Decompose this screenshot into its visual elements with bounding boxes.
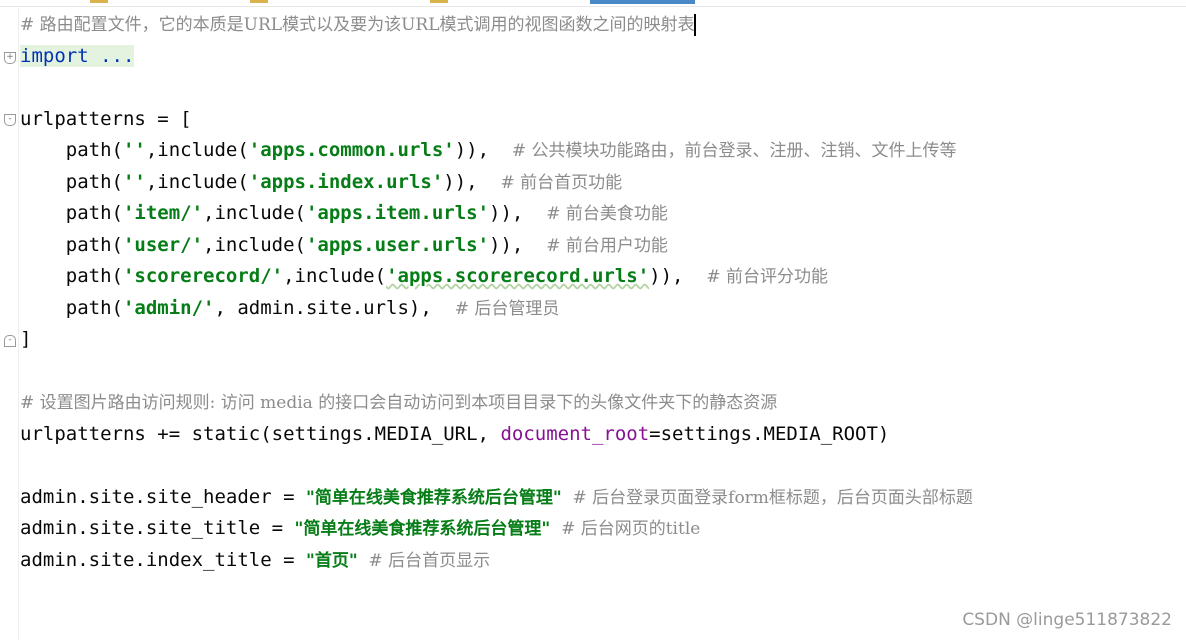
comment: # 设置图片路由访问规则: 访问 media 的接口会自动访问到本项目目录下的头…: [20, 393, 778, 413]
comment: # 后台首页显示: [357, 551, 491, 571]
comment: # 后台登录页面登录form框标题，后台页面头部标题: [561, 488, 973, 508]
string-literal: "首页": [305, 551, 358, 571]
import-folded[interactable]: import ...: [20, 45, 135, 67]
code-text: ,include(: [203, 202, 306, 224]
string-literal: 'apps.common.urls': [248, 139, 455, 161]
code-text: , admin.site.urls),: [214, 297, 455, 319]
code-text: path(: [20, 139, 123, 161]
comment: # 路由配置文件，它的本质是URL模式以及要为该URL模式调用的视图函数之间的映…: [20, 15, 695, 35]
code-text: )),: [649, 265, 707, 287]
code-text: admin.site.site_title =: [20, 517, 295, 539]
comment: # 公共模块功能路由，前台登录、注册、注销、文件上传等: [511, 141, 957, 161]
code-text: )),: [489, 234, 547, 256]
string-literal: 'admin/': [122, 297, 215, 319]
code-text: path(: [20, 297, 123, 319]
code-line-7[interactable]: path('item/',include('apps.item.urls')),…: [20, 198, 668, 228]
editor-tab-strip: [0, 0, 1186, 7]
string-literal: 'apps.item.urls': [305, 202, 490, 224]
string-literal: "简单在线美食推荐系统后台管理": [294, 519, 551, 539]
code-line-13[interactable]: # 设置图片路由访问规则: 访问 media 的接口会自动访问到本项目目录下的头…: [20, 387, 777, 417]
active-tab-indicator[interactable]: [590, 0, 695, 4]
code-text: )),: [443, 171, 501, 193]
string-literal: 'item/': [122, 202, 204, 224]
string-literal: 'scorerecord/': [122, 265, 284, 287]
code-line-14[interactable]: urlpatterns += static(settings.MEDIA_URL…: [20, 419, 889, 449]
watermark: CSDN @linge511873822: [962, 610, 1172, 630]
code-line-18[interactable]: admin.site.index_title = "首页" # 后台首页显示: [20, 545, 490, 575]
code-text: admin.site.site_header =: [20, 486, 306, 508]
tab-marker: [90, 0, 108, 3]
code-line-8[interactable]: path('user/',include('apps.user.urls')),…: [20, 230, 668, 260]
string-literal: '': [122, 139, 146, 161]
code-line-5[interactable]: path('',include('apps.common.urls')), # …: [20, 135, 957, 165]
code-editor[interactable]: + - - # 路由配置文件，它的本质是URL模式以及要为该URL模式调用的视图…: [0, 8, 1186, 640]
code-text: ,include(: [145, 139, 249, 161]
comment: # 前台美食功能: [546, 204, 668, 224]
code-text: )),: [489, 202, 547, 224]
code-line-4[interactable]: urlpatterns = [: [20, 104, 192, 134]
code-line-10[interactable]: path('admin/', admin.site.urls), # 后台管理员: [20, 293, 560, 323]
code-text: ,include(: [145, 171, 249, 193]
close-bracket: ]: [20, 328, 32, 350]
tab-marker: [250, 0, 268, 3]
string-literal: 'apps.index.urls': [248, 171, 444, 193]
code-text: path(: [20, 171, 123, 193]
code-text: =settings.MEDIA_ROOT): [649, 423, 890, 445]
code-text: admin.site.index_title =: [20, 549, 306, 571]
code-text: path(: [20, 234, 123, 256]
text-caret: [694, 13, 697, 36]
keyword-argument: document_root: [500, 423, 650, 445]
string-literal: 'apps.user.urls': [305, 234, 490, 256]
code-text: ,include(: [203, 234, 306, 256]
code-text: path(: [20, 202, 123, 224]
fold-end-icon[interactable]: -: [4, 335, 16, 347]
comment: # 后台网页的title: [550, 519, 701, 539]
code-text: urlpatterns += static(settings.MEDIA_URL…: [20, 423, 501, 445]
code-line-9[interactable]: path('scorerecord/',include('apps.scorer…: [20, 261, 828, 291]
fold-expand-icon[interactable]: +: [4, 52, 16, 64]
code-text: ,include(: [283, 265, 387, 287]
comment: # 前台用户功能: [546, 236, 668, 256]
code-line-17[interactable]: admin.site.site_title = "简单在线美食推荐系统后台管理"…: [20, 513, 700, 543]
editor-gutter: [0, 8, 19, 640]
code-text: path(: [20, 265, 123, 287]
fold-collapse-icon[interactable]: -: [4, 114, 16, 126]
tab-marker: [430, 0, 448, 3]
urlpatterns-open: urlpatterns = [: [20, 108, 192, 130]
code-line-11[interactable]: ]: [20, 324, 31, 354]
code-line-2[interactable]: import ...: [20, 41, 135, 71]
code-line-6[interactable]: path('',include('apps.index.urls')), # 前…: [20, 167, 622, 197]
string-literal: '': [122, 171, 146, 193]
comment: # 前台首页功能: [500, 173, 623, 193]
comment: # 后台管理员: [454, 299, 560, 319]
comment: # 前台评分功能: [706, 267, 829, 287]
code-line-1[interactable]: # 路由配置文件，它的本质是URL模式以及要为该URL模式调用的视图函数之间的映…: [20, 9, 697, 39]
string-literal: 'apps.scorerecord.urls': [386, 265, 650, 287]
string-literal: 'user/': [122, 234, 204, 256]
string-literal: "简单在线美食推荐系统后台管理": [305, 488, 562, 508]
code-text: )),: [454, 139, 512, 161]
code-line-16[interactable]: admin.site.site_header = "简单在线美食推荐系统后台管理…: [20, 482, 973, 512]
